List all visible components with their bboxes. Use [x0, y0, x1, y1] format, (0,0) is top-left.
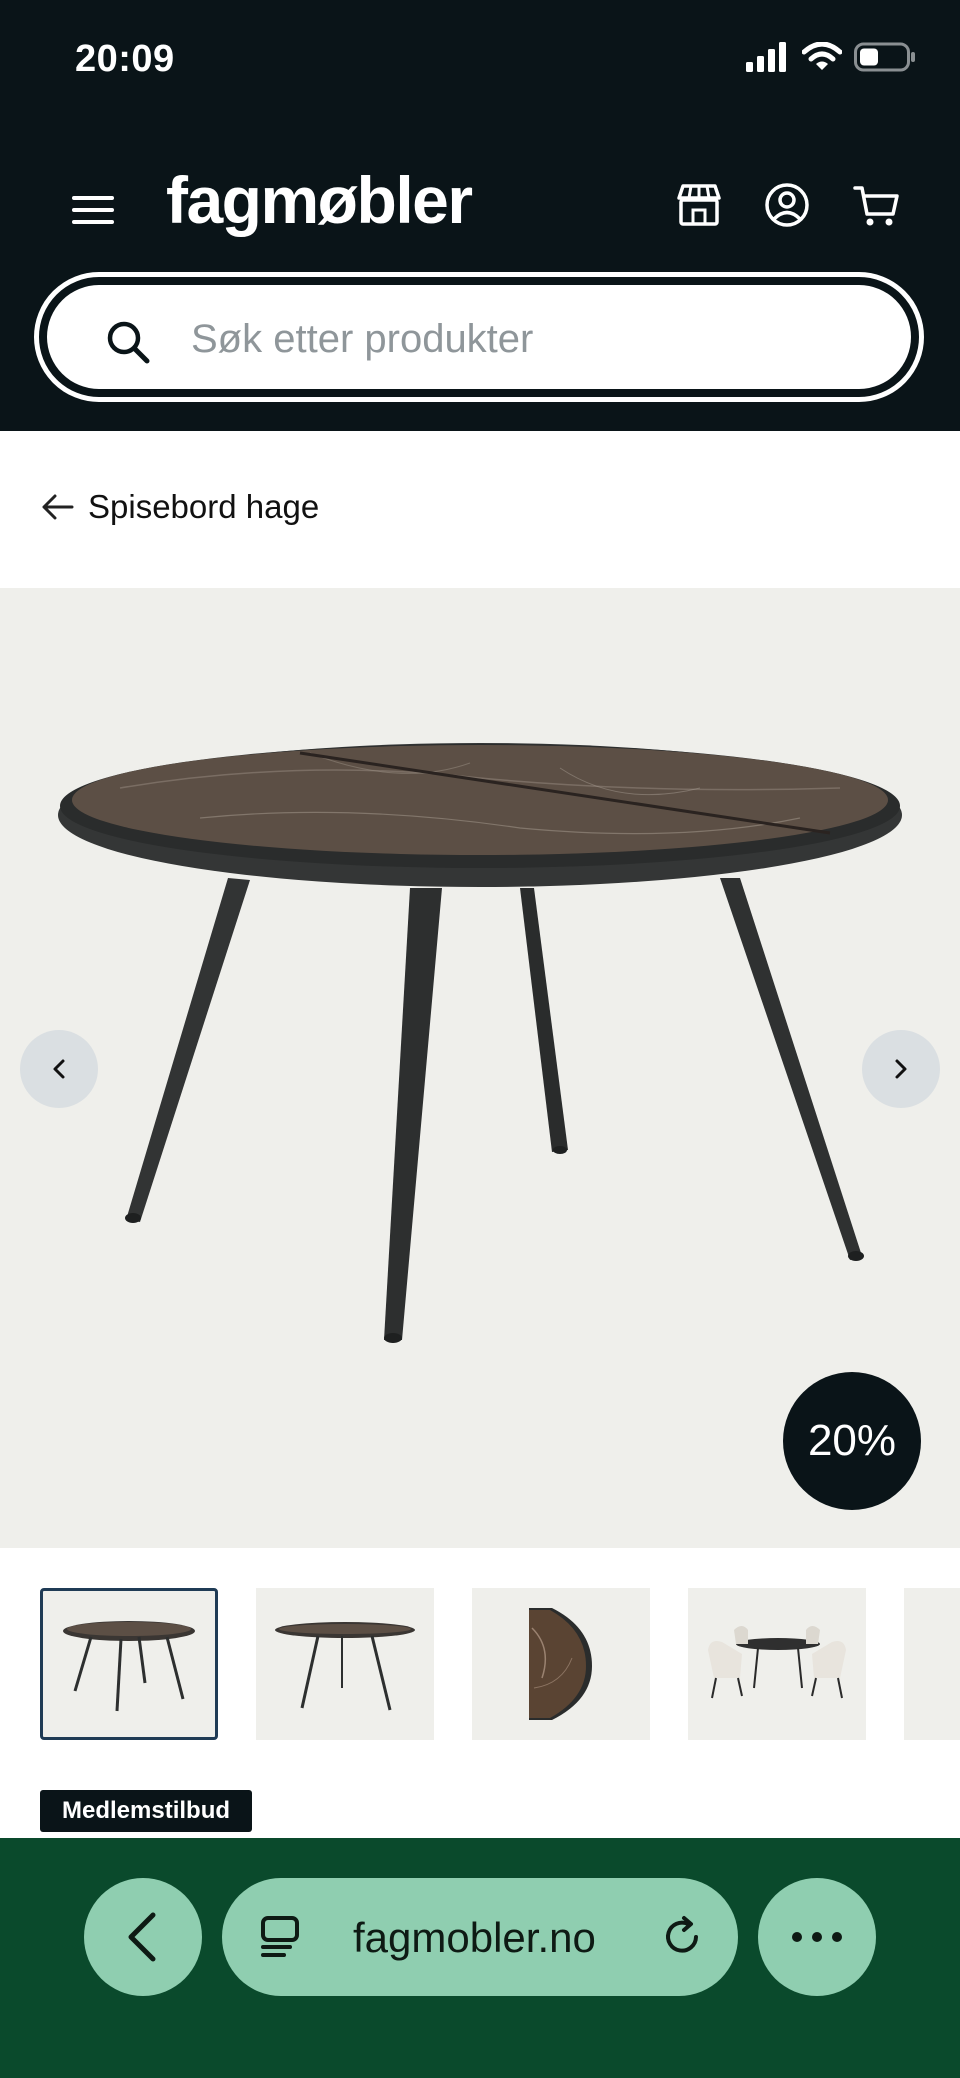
- thumbnail-strip: [0, 1588, 960, 1740]
- thumbnail-image: [708, 1626, 846, 1699]
- thumbnail-image: [275, 1622, 415, 1711]
- gallery-prev-button[interactable]: [20, 1030, 98, 1108]
- battery-icon: [854, 42, 915, 72]
- page-menu-icon: [261, 1916, 299, 1957]
- chevron-left-icon: [53, 1059, 65, 1079]
- browser-toolbar: fagmobler.no: [0, 1838, 960, 2078]
- more-dots-icon: [792, 1932, 842, 1942]
- thumbnail-image: [529, 1608, 592, 1720]
- wifi-icon: [802, 42, 842, 70]
- browser-url: fagmobler.no: [353, 1914, 596, 1961]
- gallery-next-button[interactable]: [862, 1030, 940, 1108]
- thumbnail-table-front-view[interactable]: [40, 1588, 218, 1740]
- user-account-icon[interactable]: [762, 180, 812, 230]
- browser-address-bar[interactable]: fagmobler.no: [222, 1878, 738, 1996]
- chevron-left-icon: [128, 1912, 156, 1962]
- search-field[interactable]: [47, 285, 911, 389]
- hamburger-menu-icon[interactable]: [72, 190, 114, 230]
- header: 20:09 fagmøbler: [0, 0, 960, 431]
- browser-back-button[interactable]: [84, 1878, 202, 1996]
- thumbnail-table-edge-detail[interactable]: [472, 1588, 650, 1740]
- search-bar: [34, 272, 924, 402]
- shopping-cart-icon[interactable]: [852, 180, 902, 230]
- thumbnail-image: [63, 1621, 195, 1712]
- discount-badge: 20%: [783, 1372, 921, 1510]
- chevron-right-icon: [895, 1059, 907, 1079]
- breadcrumb-back-link[interactable]: Spisebord hage: [42, 488, 319, 526]
- logo[interactable]: fagmøbler: [166, 162, 473, 238]
- search-icon: [107, 321, 150, 364]
- thumbnail-table-with-chairs[interactable]: [688, 1588, 866, 1740]
- store-icon[interactable]: [674, 180, 724, 230]
- search-input[interactable]: [191, 299, 871, 379]
- reload-icon[interactable]: [660, 1915, 704, 1959]
- browser-more-button[interactable]: [758, 1878, 876, 1996]
- member-offer-badge: Medlemstilbud: [40, 1790, 253, 1832]
- signal-icon: [746, 42, 786, 72]
- breadcrumb-label: Spisebord hage: [88, 488, 320, 525]
- product-image-gallery[interactable]: 20%: [0, 588, 960, 1548]
- status-icons: [746, 42, 916, 72]
- status-time: 20:09: [75, 38, 175, 80]
- thumbnail-table-side-view[interactable]: [256, 1588, 434, 1740]
- arrow-left-icon: [42, 494, 74, 520]
- thumbnail-more[interactable]: [904, 1588, 960, 1740]
